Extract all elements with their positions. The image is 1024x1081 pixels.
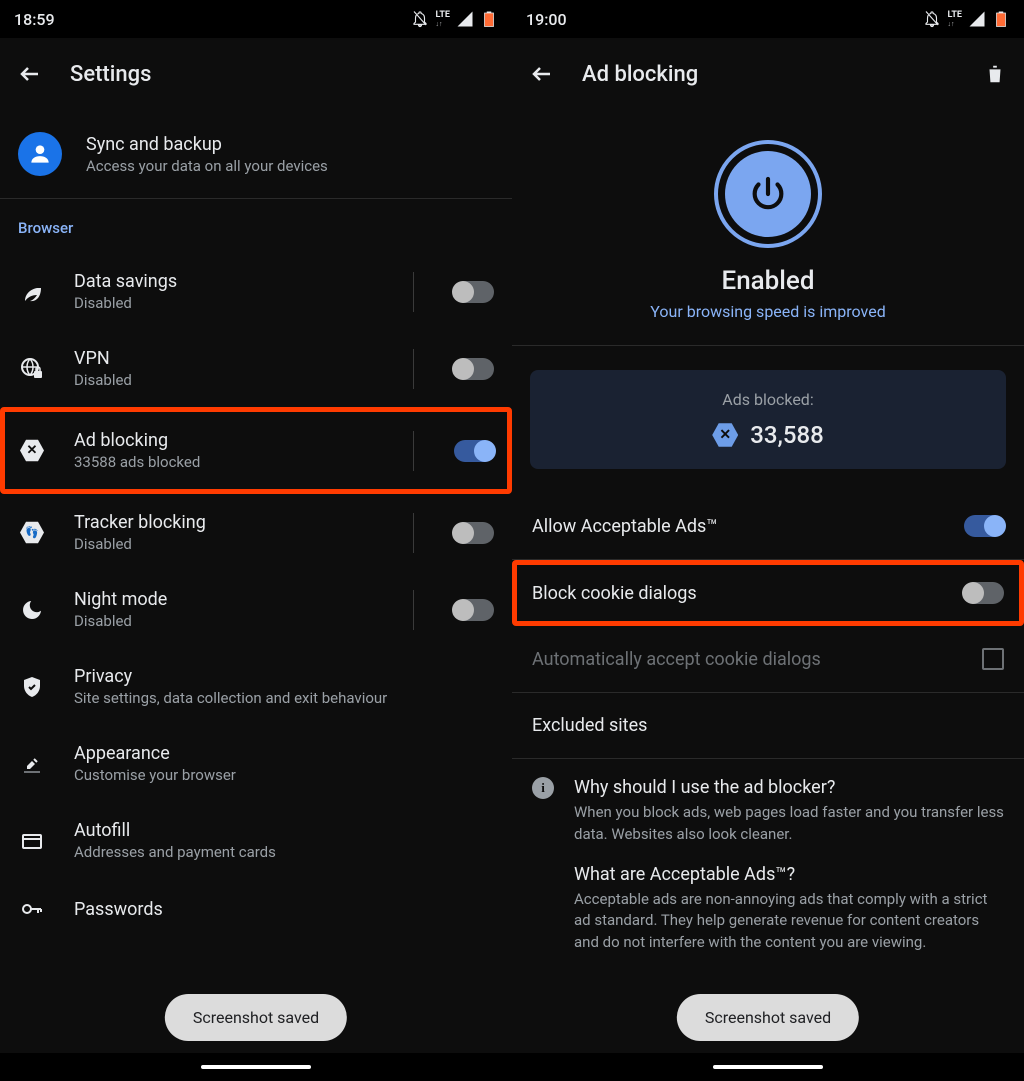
data-savings-toggle[interactable] — [454, 281, 494, 303]
power-button[interactable] — [714, 140, 822, 248]
auto-accept-cookie-row: Automatically accept cookie dialogs — [512, 626, 1024, 692]
tracker-toggle[interactable] — [454, 522, 494, 544]
card-icon — [20, 829, 44, 853]
excluded-sites-row[interactable]: Excluded sites — [512, 693, 1024, 758]
row-label: Block cookie dialogs — [532, 583, 697, 604]
battery-icon — [992, 10, 1010, 28]
row-sub: Disabled — [74, 371, 385, 389]
info-question: Why should I use the ad blocker? — [574, 777, 1004, 798]
shield-check-icon — [20, 675, 44, 699]
avatar-icon — [18, 132, 62, 176]
row-label: Allow Acceptable Ads™ — [532, 516, 718, 537]
row-title: Passwords — [74, 899, 494, 920]
screenshot-toast: Screenshot saved — [165, 994, 347, 1041]
info-why-block: i Why should I use the ad blocker? When … — [512, 759, 1024, 852]
row-sub: Disabled — [74, 535, 385, 553]
info-question: What are Acceptable Ads™? — [574, 864, 1004, 885]
autofill-row[interactable]: Autofill Addresses and payment cards — [0, 802, 512, 879]
row-title: Data savings — [74, 271, 385, 292]
dnd-icon — [411, 10, 429, 28]
nav-bar — [512, 1053, 1024, 1081]
moon-icon — [20, 598, 44, 622]
row-title: VPN — [74, 348, 385, 369]
row-title: Tracker blocking — [74, 512, 385, 533]
info-answer: Acceptable ads are non-annoying ads that… — [574, 889, 1004, 954]
hex-x-icon: ✕ — [712, 422, 738, 448]
status-bar: 19:00 LTE↓↑ — [512, 0, 1024, 38]
privacy-row[interactable]: Privacy Site settings, data collection a… — [0, 648, 512, 725]
vpn-row[interactable]: VPN Disabled — [0, 330, 512, 407]
leaf-icon — [20, 280, 44, 304]
hero-section: Enabled Your browsing speed is improved — [512, 110, 1024, 346]
signal-icon — [968, 10, 986, 28]
night-toggle[interactable] — [454, 599, 494, 621]
vpn-toggle[interactable] — [454, 358, 494, 380]
row-title: Privacy — [74, 666, 494, 687]
allow-acceptable-toggle[interactable] — [964, 515, 1004, 537]
power-icon — [748, 174, 788, 214]
data-savings-row[interactable]: Data savings Disabled — [0, 253, 512, 330]
appearance-row[interactable]: Appearance Customise your browser — [0, 725, 512, 802]
signal-icon — [456, 10, 474, 28]
dnd-icon — [923, 10, 941, 28]
row-title: Appearance — [74, 743, 494, 764]
stats-value: 33,588 — [750, 421, 824, 449]
row-sub: 33588 ads blocked — [74, 453, 385, 471]
info-acceptable-ads: What are Acceptable Ads™? Acceptable ads… — [512, 852, 1024, 960]
status-time: 19:00 — [526, 10, 567, 29]
sync-sub: Access your data on all your devices — [86, 157, 328, 175]
lte-indicator: LTE↓↑ — [947, 11, 962, 28]
hex-x-icon: ✕ — [20, 439, 44, 463]
row-sub: Customise your browser — [74, 766, 494, 784]
settings-screen: 18:59 LTE↓↑ Settings Sync and backup Acc… — [0, 0, 512, 1081]
row-label: Excluded sites — [532, 715, 647, 736]
nav-bar — [0, 1053, 512, 1081]
screenshot-toast: Screenshot saved — [677, 994, 859, 1041]
auto-accept-checkbox — [982, 648, 1004, 670]
row-sub: Disabled — [74, 294, 385, 312]
allow-acceptable-ads-row[interactable]: Allow Acceptable Ads™ — [512, 493, 1024, 559]
status-time: 18:59 — [14, 10, 55, 29]
block-cookie-dialogs-row[interactable]: Block cookie dialogs — [517, 565, 1019, 621]
paint-icon — [20, 752, 44, 776]
ads-blocked-stats: Ads blocked: ✕ 33,588 — [530, 370, 1006, 469]
app-bar: Ad blocking — [512, 38, 1024, 110]
row-sub: Disabled — [74, 612, 385, 630]
block-cookie-toggle[interactable] — [964, 582, 1004, 604]
status-bar: 18:59 LTE↓↑ — [0, 0, 512, 38]
trash-icon[interactable] — [984, 63, 1006, 85]
passwords-row[interactable]: Passwords — [0, 879, 512, 939]
stats-label: Ads blocked: — [550, 390, 986, 409]
back-arrow-icon[interactable] — [18, 62, 42, 86]
row-label: Automatically accept cookie dialogs — [532, 649, 821, 670]
page-title: Ad blocking — [582, 62, 698, 87]
ad-blocking-row[interactable]: ✕ Ad blocking 33588 ads blocked — [0, 407, 512, 494]
sync-and-backup-row[interactable]: Sync and backup Access your data on all … — [0, 110, 512, 198]
key-icon — [20, 897, 44, 921]
battery-icon — [480, 10, 498, 28]
app-bar: Settings — [0, 38, 512, 110]
hero-status: Enabled — [722, 266, 815, 296]
night-mode-row[interactable]: Night mode Disabled — [0, 571, 512, 648]
back-arrow-icon[interactable] — [530, 62, 554, 86]
status-icons: LTE↓↑ — [923, 10, 1010, 28]
row-title: Autofill — [74, 820, 494, 841]
status-icons: LTE↓↑ — [411, 10, 498, 28]
row-title: Ad blocking — [74, 430, 385, 451]
row-title: Night mode — [74, 589, 385, 610]
ad-blocking-screen: 19:00 LTE↓↑ Ad blocking Enabled Your bro… — [512, 0, 1024, 1081]
page-title: Settings — [70, 62, 151, 87]
hero-sub: Your browsing speed is improved — [650, 302, 885, 321]
row-sub: Addresses and payment cards — [74, 843, 494, 861]
globe-lock-icon — [20, 357, 44, 381]
ad-blocking-toggle[interactable] — [454, 440, 494, 462]
tracker-blocking-row[interactable]: 👣 Tracker blocking Disabled — [0, 494, 512, 571]
lte-indicator: LTE↓↑ — [435, 11, 450, 28]
info-icon: i — [532, 777, 554, 799]
info-answer: When you block ads, web pages load faste… — [574, 802, 1004, 846]
hex-tracker-icon: 👣 — [20, 521, 44, 545]
row-sub: Site settings, data collection and exit … — [74, 689, 494, 707]
section-browser-label: Browser — [0, 199, 512, 253]
sync-title: Sync and backup — [86, 134, 328, 155]
